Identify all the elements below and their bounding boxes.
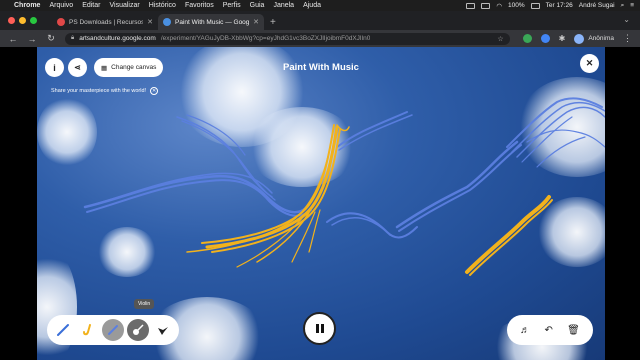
spotlight-icon[interactable]: ⌕ bbox=[621, 2, 625, 10]
pause-icon-bar bbox=[320, 324, 324, 333]
close-window-icon[interactable] bbox=[8, 17, 15, 24]
tab-search-icon[interactable]: ⌄ bbox=[623, 15, 630, 24]
menu-historico[interactable]: Histórico bbox=[149, 2, 176, 9]
menu-janela[interactable]: Janela bbox=[273, 2, 294, 9]
share-note-text: Share your masterpiece with the world! bbox=[51, 88, 147, 94]
window-controls bbox=[8, 17, 37, 24]
delete-button[interactable]: 🗑︎ bbox=[567, 325, 580, 336]
saxophone-button[interactable] bbox=[77, 319, 99, 341]
browser-menu-icon[interactable]: ⋮ bbox=[623, 33, 632, 44]
close-icon: ✕ bbox=[585, 58, 594, 68]
flute-icon bbox=[57, 324, 70, 336]
new-tab-icon[interactable]: + bbox=[270, 14, 276, 30]
url-path: /experiment/YAGuJyDB-XbbWg?cp=eyJhdG1vc3… bbox=[160, 35, 371, 42]
bookmark-star-icon[interactable]: ☆ bbox=[497, 35, 503, 43]
zoom-window-icon[interactable] bbox=[30, 17, 37, 24]
profile-label: Anônima bbox=[588, 35, 614, 42]
info-button[interactable]: i bbox=[45, 58, 64, 77]
macos-menubar: Chrome Arquivo Editar Visualizar Históri… bbox=[0, 0, 640, 11]
minimize-window-icon[interactable] bbox=[19, 17, 26, 24]
keyboard-icon[interactable] bbox=[481, 2, 491, 9]
flute-button[interactable] bbox=[52, 319, 74, 341]
menu-ajuda[interactable]: Ajuda bbox=[303, 2, 321, 9]
battery-icon[interactable] bbox=[530, 2, 540, 9]
reload-icon[interactable]: ↻ bbox=[46, 33, 56, 44]
pause-icon bbox=[315, 324, 319, 333]
browser-tabstrip: PS Downloads | Recursos grá ✕ Paint With… bbox=[0, 11, 640, 30]
paint-canvas[interactable]: Paint With Music i ⋖ ▦ Change canvas ✕ S… bbox=[37, 47, 605, 360]
share-button[interactable]: ⋖ bbox=[68, 58, 87, 77]
menu-favoritos[interactable]: Favoritos bbox=[185, 2, 214, 9]
violin-button[interactable] bbox=[101, 319, 124, 341]
back-icon[interactable]: ← bbox=[8, 34, 18, 44]
menu-visualizar[interactable]: Visualizar bbox=[109, 2, 139, 9]
forward-icon[interactable]: → bbox=[27, 34, 37, 44]
tab-label: Paint With Music — Google bbox=[175, 18, 250, 26]
tab-label: PS Downloads | Recursos grá bbox=[69, 18, 144, 26]
page-viewport: Paint With Music i ⋖ ▦ Change canvas ✕ S… bbox=[0, 47, 640, 360]
close-experiment-button[interactable]: ✕ bbox=[580, 54, 599, 73]
user-name[interactable]: André Sugai bbox=[579, 2, 615, 9]
instrument-picker bbox=[47, 315, 179, 345]
guitar-icon bbox=[132, 324, 144, 335]
undo-icon: ↶ bbox=[544, 324, 553, 336]
address-bar[interactable]: 🔒︎ artsandculture.google.com/experiment/… bbox=[65, 32, 510, 45]
guitar-button[interactable] bbox=[126, 319, 149, 341]
pause-button[interactable] bbox=[303, 312, 336, 345]
menu-arquivo[interactable]: Arquivo bbox=[49, 2, 73, 9]
menu-editar[interactable]: Editar bbox=[82, 2, 100, 9]
menubar-status: ◠ 100% Ter 17:26 André Sugai ⌕ ≡ bbox=[466, 0, 634, 11]
canvas-actions: ♬ ↶ 🗑︎ bbox=[507, 315, 593, 345]
score-icon: ♬ bbox=[520, 324, 531, 336]
score-button[interactable]: ♬ bbox=[520, 325, 530, 336]
share-icon: ⋖ bbox=[74, 63, 81, 72]
control-center-icon[interactable]: ≡ bbox=[630, 2, 634, 9]
bird-icon bbox=[157, 327, 168, 335]
delete-icon: 🗑︎ bbox=[567, 324, 580, 336]
clock[interactable]: Ter 17:26 bbox=[546, 2, 573, 9]
wifi-icon[interactable]: ◠ bbox=[496, 2, 502, 10]
instrument-tooltip: Violin bbox=[134, 299, 155, 309]
menu-perfis[interactable]: Perfis bbox=[223, 2, 241, 9]
menu-app[interactable]: Chrome bbox=[14, 2, 40, 9]
info-icon: i bbox=[53, 62, 56, 73]
avatar bbox=[574, 33, 585, 44]
change-canvas-button[interactable]: ▦ Change canvas bbox=[94, 58, 164, 77]
yellow-saxophone-stroke bbox=[186, 124, 553, 276]
lock-icon[interactable]: 🔒︎ bbox=[71, 35, 74, 42]
extension-icon[interactable] bbox=[522, 34, 532, 43]
url-host: artsandculture.google.com bbox=[79, 35, 156, 42]
saxophone-icon bbox=[83, 324, 92, 336]
tab-close-icon[interactable]: ✕ bbox=[253, 18, 259, 26]
battery-percent: 100% bbox=[508, 2, 525, 9]
tab-paint-with-music[interactable]: Paint With Music — Google ✕ bbox=[158, 14, 264, 30]
tab-favicon-icon bbox=[57, 18, 65, 26]
violin-icon bbox=[107, 325, 118, 335]
extensions-puzzle-icon[interactable]: ✱ bbox=[559, 34, 566, 43]
tab-close-icon[interactable]: ✕ bbox=[147, 18, 153, 26]
tab-ps-downloads[interactable]: PS Downloads | Recursos grá ✕ bbox=[52, 14, 158, 30]
tab-favicon-icon bbox=[163, 18, 171, 26]
display-icon[interactable] bbox=[466, 2, 476, 9]
profile-button[interactable]: Anônima bbox=[574, 33, 614, 44]
canvas-icon: ▦ bbox=[101, 64, 108, 72]
extension-icon[interactable] bbox=[540, 34, 550, 43]
change-canvas-label: Change canvas bbox=[111, 64, 157, 71]
share-note: Share your masterpiece with the world! ✕ bbox=[51, 87, 159, 95]
browser-toolbar: ← → ↻ 🔒︎ artsandculture.google.com/exper… bbox=[0, 30, 640, 47]
share-note-close-icon[interactable]: ✕ bbox=[150, 87, 159, 95]
undo-button[interactable]: ↶ bbox=[544, 325, 552, 336]
bird-button[interactable] bbox=[152, 319, 174, 341]
menu-guia[interactable]: Guia bbox=[250, 2, 265, 9]
